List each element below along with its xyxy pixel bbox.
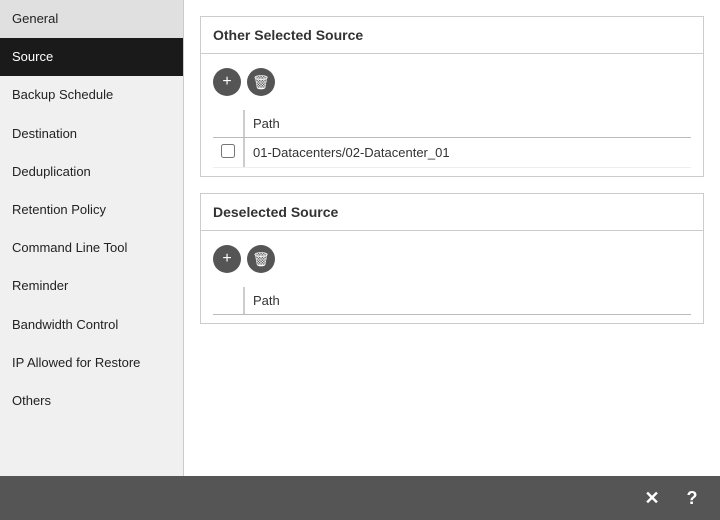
sidebar-item-ip-allowed[interactable]: IP Allowed for Restore <box>0 344 183 382</box>
other-selected-source-toolbar: + 🗑 <box>213 62 691 102</box>
add-deselected-source-button[interactable]: + <box>213 245 241 273</box>
help-button[interactable]: ? <box>676 482 708 514</box>
table-row: 01-Datacenters/02-Datacenter_01 <box>213 138 691 168</box>
row-path: 01-Datacenters/02-Datacenter_01 <box>245 138 691 168</box>
sidebar: GeneralSourceBackup ScheduleDestinationD… <box>0 0 184 476</box>
deselected-source-body: + 🗑 Pat <box>201 231 703 323</box>
trash-icon: 🗑 <box>252 75 270 89</box>
sidebar-item-bandwidth-control[interactable]: Bandwidth Control <box>0 306 183 344</box>
plus-icon: + <box>222 251 231 267</box>
bottom-bar: ✕ ? <box>0 476 720 520</box>
other-selected-source-header-row: Path <box>213 110 691 138</box>
plus-icon: + <box>222 74 231 90</box>
sidebar-item-others[interactable]: Others <box>0 382 183 420</box>
row-checkbox[interactable] <box>221 144 235 158</box>
close-button[interactable]: ✕ <box>636 482 668 514</box>
other-selected-source-title: Other Selected Source <box>201 17 703 54</box>
deselected-source-section: Deselected Source + 🗑 <box>200 193 704 324</box>
deselected-source-path-header: Path <box>245 287 691 315</box>
sidebar-item-backup-schedule[interactable]: Backup Schedule <box>0 76 183 114</box>
other-selected-source-table: Path 01-Datacenters/02-Datacenter_01 <box>213 110 691 168</box>
delete-other-source-button[interactable]: 🗑 <box>247 68 275 96</box>
sidebar-item-reminder[interactable]: Reminder <box>0 267 183 305</box>
main-content: Other Selected Source + 🗑 <box>184 0 720 476</box>
deselected-source-table: Path <box>213 287 691 315</box>
deselected-source-header-row: Path <box>213 287 691 315</box>
sidebar-item-source[interactable]: Source <box>0 38 183 76</box>
deselected-source-select-all-header <box>213 287 243 315</box>
row-checkbox-cell[interactable] <box>213 138 243 168</box>
close-icon: ✕ <box>644 488 659 509</box>
trash-icon: 🗑 <box>252 252 270 266</box>
sidebar-item-retention-policy[interactable]: Retention Policy <box>0 191 183 229</box>
other-selected-source-section: Other Selected Source + 🗑 <box>200 16 704 177</box>
sidebar-item-destination[interactable]: Destination <box>0 115 183 153</box>
deselected-source-title: Deselected Source <box>201 194 703 231</box>
help-icon: ? <box>687 488 698 509</box>
add-other-source-button[interactable]: + <box>213 68 241 96</box>
sidebar-item-general[interactable]: General <box>0 0 183 38</box>
other-selected-source-body: + 🗑 Pat <box>201 54 703 176</box>
delete-deselected-source-button[interactable]: 🗑 <box>247 245 275 273</box>
deselected-source-toolbar: + 🗑 <box>213 239 691 279</box>
other-source-select-all-header <box>213 110 243 138</box>
other-source-path-header: Path <box>245 110 691 138</box>
sidebar-item-command-line-tool[interactable]: Command Line Tool <box>0 229 183 267</box>
sidebar-item-deduplication[interactable]: Deduplication <box>0 153 183 191</box>
